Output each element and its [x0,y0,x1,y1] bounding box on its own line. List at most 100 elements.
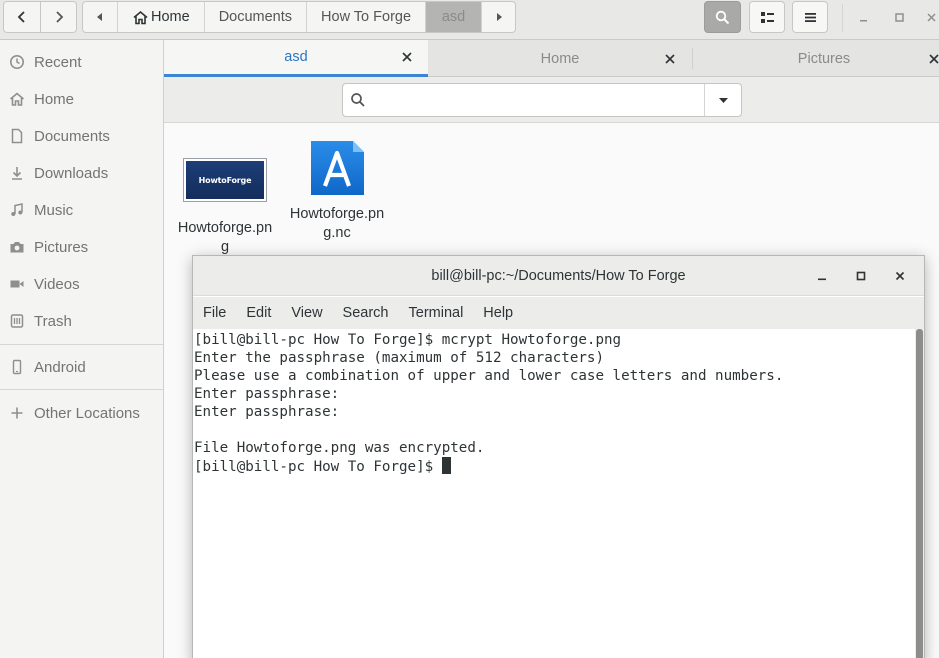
tab-close-button[interactable] [926,51,939,67]
search-icon [715,10,730,24]
menu-file[interactable]: File [203,303,226,323]
plus-icon [11,407,23,419]
tab-pictures[interactable]: Pictures [692,40,939,77]
sidebar-item-videos[interactable]: Videos [0,267,163,301]
terminal-line: [bill@bill-pc How To Forge]$ mcrypt Howt… [194,332,622,348]
history-nav [3,1,77,33]
music-icon [11,203,23,216]
triangle-left-icon [97,13,102,21]
sidebar-item-label: Music [34,201,74,219]
menu-view[interactable]: View [291,303,322,323]
terminal-close-button[interactable] [891,267,909,285]
tab-label: Pictures [797,50,851,67]
tab-home[interactable]: Home [428,40,692,77]
terminal-scrollbar[interactable] [915,329,924,658]
search-input[interactable] [373,85,704,115]
tab-bar: asd Home Pictures [164,40,939,77]
search-options-button[interactable] [704,84,741,116]
maximize-button[interactable] [890,8,908,26]
chevron-right-icon [55,11,63,23]
terminal-output[interactable]: [bill@bill-pc How To Forge]$ mcrypt Howt… [193,329,915,658]
maximize-icon [894,12,904,22]
sidebar-item-documents[interactable]: Documents [0,119,163,153]
terminal-line: Enter the passphrase (maximum of 512 cha… [194,350,604,366]
sidebar-item-label: Downloads [34,164,109,182]
search-entry [342,83,742,117]
sidebar-item-home[interactable]: Home [0,82,163,116]
search-bar [164,77,939,123]
header-separator [842,4,843,32]
file-item-howtoforge-png[interactable]: HowtoForge Howtoforge.png [175,149,275,257]
close-icon [665,53,675,64]
sidebar-item-label: Videos [34,275,80,293]
document-icon [11,128,23,144]
minimize-icon [859,19,867,21]
sidebar-item-downloads[interactable]: Downloads [0,156,163,190]
terminal-menubar: File Edit View Search Terminal Help [193,297,924,329]
scrollbar-thumb[interactable] [916,329,923,658]
file-a-icon [294,134,380,202]
chevron-left-icon [17,11,25,23]
breadcrumb-asd[interactable]: asd [425,2,482,32]
close-icon [929,53,939,64]
close-icon [895,271,905,281]
thumbnail-text: HowtoForge [198,175,252,185]
sidebar-item-label: Other Locations [34,404,140,422]
close-window-button[interactable] [922,8,939,26]
path-scroll-left-button[interactable] [83,2,117,32]
back-button[interactable] [4,2,40,32]
camera-icon [10,242,24,253]
sidebar-item-android[interactable]: Android [0,350,163,384]
terminal-maximize-button[interactable] [852,267,870,285]
close-icon [402,52,412,62]
terminal-prompt-line: [bill@bill-pc How To Forge]$ [194,457,915,475]
terminal-line: Enter passphrase: [194,404,340,420]
sidebar-item-trash[interactable]: Trash [0,304,163,338]
search-toggle-button[interactable] [704,1,741,33]
breadcrumb-home[interactable]: Home [117,2,204,32]
forward-button[interactable] [40,2,76,32]
sidebar-item-music[interactable]: Music [0,193,163,227]
home-icon [9,92,25,106]
file-item-howtoforge-png-nc[interactable]: Howtoforge.png.nc [287,131,387,243]
menu-button[interactable] [792,1,828,33]
terminal-title: bill@bill-pc:~/Documents/How To Forge [431,267,686,284]
tab-asd[interactable]: asd [164,40,428,77]
menu-edit[interactable]: Edit [246,303,271,323]
sidebar-item-pictures[interactable]: Pictures [0,230,163,264]
tab-label: Home [540,50,580,67]
sidebar-item-label: Recent [34,53,82,71]
home-icon [133,10,148,24]
file-name: Howtoforge.png [177,220,273,255]
terminal-line: Please use a combination of upper and lo… [194,368,784,384]
sidebar: Recent Home Documents Downloads Music Pi… [0,40,164,658]
view-mode-button[interactable] [749,1,785,33]
hamburger-menu-icon [804,12,816,22]
menu-search[interactable]: Search [343,303,389,323]
terminal-line: Enter passphrase: [194,386,340,402]
close-icon [926,12,936,22]
sidebar-item-recent[interactable]: Recent [0,45,163,79]
header-bar: Home Documents How To Forge asd [0,0,939,40]
menu-terminal[interactable]: Terminal [409,303,464,323]
clock-icon [10,55,24,69]
tab-close-button[interactable] [662,51,678,67]
sidebar-item-label: Trash [34,312,72,330]
sidebar-item-label: Home [34,90,75,108]
minimize-button[interactable] [854,8,872,26]
image-thumbnail: HowtoForge [182,149,268,211]
tab-close-button[interactable] [399,49,415,65]
sidebar-separator [0,344,163,345]
path-scroll-right-button[interactable] [481,2,515,32]
minimize-icon [818,278,826,281]
sidebar-item-other-locations[interactable]: Other Locations [0,396,163,430]
menu-help[interactable]: Help [483,303,513,323]
breadcrumb-how-to-forge[interactable]: How To Forge [306,2,425,32]
breadcrumb-documents[interactable]: Documents [203,2,306,32]
trash-icon [10,314,24,328]
terminal-minimize-button[interactable] [813,267,831,285]
download-icon [12,167,22,180]
phone-icon [12,359,22,375]
sidebar-separator [0,389,163,390]
sidebar-item-label: Documents [34,127,110,145]
